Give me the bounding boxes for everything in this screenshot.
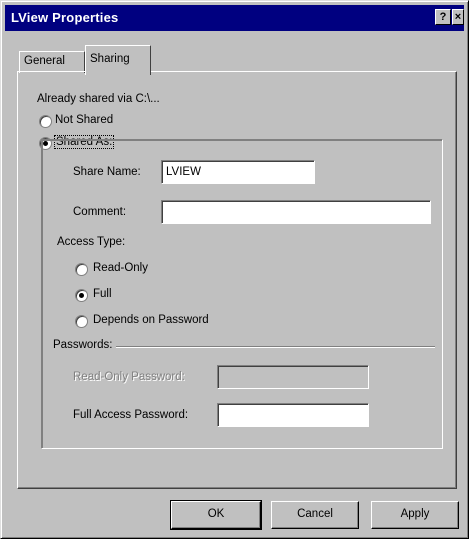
share-name-label: Share Name:: [73, 166, 141, 178]
close-icon[interactable]: ×: [452, 9, 464, 25]
full-label[interactable]: Full: [93, 288, 112, 300]
tab-sharing[interactable]: Sharing: [85, 45, 151, 75]
depends-on-password-label[interactable]: Depends on Password: [93, 314, 209, 326]
not-shared-label[interactable]: Not Shared: [55, 114, 113, 126]
read-only-label[interactable]: Read-Only: [93, 262, 148, 274]
read-only-password-label: Read-Only Password:: [73, 371, 185, 383]
read-only-radio[interactable]: [75, 263, 88, 276]
ok-button[interactable]: OK: [170, 500, 262, 530]
tab-general-label: General: [24, 55, 65, 67]
window-title: LView Properties: [11, 10, 119, 25]
access-type-label: Access Type:: [57, 236, 126, 248]
full-radio[interactable]: [75, 289, 88, 302]
apply-button[interactable]: Apply: [371, 501, 459, 529]
full-access-password-input[interactable]: [217, 403, 369, 427]
passwords-label: Passwords:: [53, 339, 117, 351]
share-name-input[interactable]: [161, 160, 315, 184]
already-shared-label: Already shared via C:\...: [37, 93, 160, 105]
not-shared-radio[interactable]: [39, 115, 52, 128]
comment-input[interactable]: [161, 200, 431, 224]
tab-sharing-label: Sharing: [90, 53, 130, 65]
cancel-button[interactable]: Cancel: [271, 501, 359, 529]
comment-label: Comment:: [73, 206, 127, 218]
read-only-password-input: [217, 365, 369, 389]
help-icon[interactable]: ?: [435, 9, 451, 25]
full-access-password-label: Full Access Password:: [73, 409, 189, 421]
tab-general[interactable]: General: [19, 51, 85, 73]
properties-dialog: LView Properties ? × General Sharing Alr…: [0, 0, 469, 539]
depends-on-password-radio[interactable]: [75, 315, 88, 328]
title-bar[interactable]: LView Properties ? ×: [5, 5, 464, 31]
